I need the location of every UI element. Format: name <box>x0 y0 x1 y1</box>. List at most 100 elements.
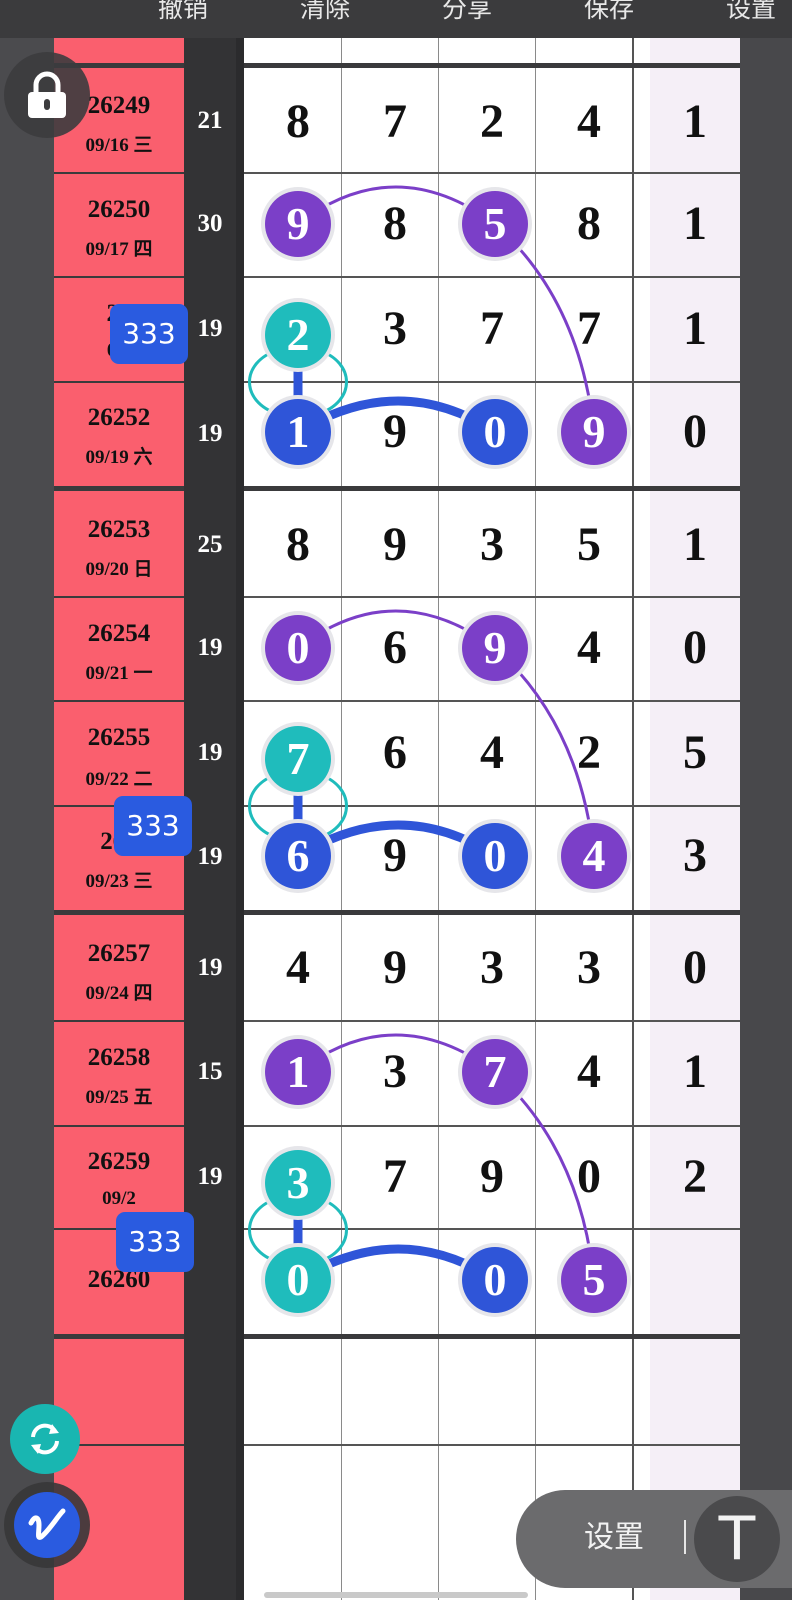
period-number: 26250 <box>87 196 151 223</box>
digit-circle-blue[interactable]: 1 <box>265 399 331 465</box>
digit-circle-blue[interactable]: 0 <box>462 399 528 465</box>
digit-circle-teal[interactable]: 7 <box>265 726 331 792</box>
digit-sum: 19 <box>197 1163 223 1190</box>
period-divider <box>54 910 184 915</box>
digit-cell[interactable]: 3 <box>444 517 540 573</box>
digit-circle-purple[interactable]: 7 <box>462 1039 528 1105</box>
last-digit-cell[interactable]: 1 <box>650 196 740 252</box>
digit-sum: 15 <box>197 1058 223 1085</box>
horizontal-scrollbar[interactable] <box>264 1592 528 1598</box>
digit-cell[interactable]: 7 <box>347 1149 443 1205</box>
repeat-badge[interactable]: 333 <box>116 1212 194 1272</box>
last-digit-cell[interactable]: 3 <box>650 828 740 884</box>
digit-circle-teal[interactable]: 3 <box>265 1150 331 1216</box>
last-digit-cell[interactable]: 0 <box>650 620 740 676</box>
row-divider <box>244 805 740 807</box>
grid-vline <box>438 38 439 1600</box>
row-divider <box>244 1125 740 1127</box>
digit-cell[interactable]: 7 <box>541 301 637 357</box>
period-number: 26259 <box>87 1148 151 1175</box>
last-digit-cell[interactable]: 1 <box>650 301 740 357</box>
last-digit-cell[interactable]: 0 <box>650 940 740 996</box>
settings-pill: 设置 T <box>516 1490 792 1588</box>
period-number: 26255 <box>87 724 151 751</box>
digit-cell[interactable]: 9 <box>347 940 443 996</box>
group-divider <box>244 486 740 491</box>
digit-cell[interactable]: 3 <box>347 1044 443 1100</box>
pen-button[interactable] <box>4 1482 90 1568</box>
digit-circle-blue[interactable]: 0 <box>462 1247 528 1313</box>
clear-button[interactable]: 清除 <box>300 0 350 24</box>
group-divider <box>244 63 740 68</box>
period-date: 09/22 二 <box>85 769 153 790</box>
digit-cell[interactable]: 8 <box>250 517 346 573</box>
digit-circle-teal[interactable]: 0 <box>265 1247 331 1313</box>
digit-cell[interactable]: 4 <box>250 940 346 996</box>
digit-circle-purple[interactable]: 9 <box>265 191 331 257</box>
digit-circle-purple[interactable]: 9 <box>561 399 627 465</box>
period-divider <box>54 486 184 491</box>
save-button[interactable]: 保存 <box>584 0 634 24</box>
repeat-badge[interactable]: 333 <box>114 796 192 856</box>
last-digit-cell[interactable]: 5 <box>650 725 740 781</box>
digit-cell[interactable]: 8 <box>347 196 443 252</box>
digit-cell[interactable]: 3 <box>444 940 540 996</box>
digit-cell[interactable]: 4 <box>541 620 637 676</box>
period-date: 09/24 四 <box>85 983 153 1004</box>
digit-cell[interactable]: 4 <box>541 94 637 150</box>
last-digit-cell[interactable]: 1 <box>650 1044 740 1100</box>
grid-vline <box>535 38 536 1600</box>
last-digit-cell[interactable]: 0 <box>650 404 740 460</box>
period-date: 09/25 五 <box>85 1087 153 1108</box>
period-divider <box>54 1334 184 1339</box>
digit-cell[interactable]: 7 <box>347 94 443 150</box>
digit-cell[interactable]: 4 <box>541 1044 637 1100</box>
digit-cell[interactable]: 9 <box>347 828 443 884</box>
digit-circle-blue[interactable]: 6 <box>265 823 331 889</box>
digit-cell[interactable]: 3 <box>347 301 443 357</box>
settings-pill-button[interactable]: 设置 <box>584 1518 644 1558</box>
digit-cell[interactable]: 7 <box>444 301 540 357</box>
settings-button[interactable]: 设置 <box>726 0 776 24</box>
last-digit-cell[interactable]: 1 <box>650 517 740 573</box>
digit-circle-purple[interactable]: 5 <box>561 1247 627 1313</box>
digit-circle-teal[interactable]: 2 <box>265 302 331 368</box>
share-button[interactable]: 分享 <box>442 0 492 24</box>
lock-button[interactable] <box>4 52 90 138</box>
digit-cell[interactable]: 3 <box>541 940 637 996</box>
undo-button[interactable]: 撤销 <box>158 0 208 24</box>
digit-cell[interactable]: 8 <box>541 196 637 252</box>
row-divider <box>244 596 740 598</box>
period-date: 09/21 一 <box>85 663 153 684</box>
digit-cell[interactable]: 9 <box>347 404 443 460</box>
digit-circle-blue[interactable]: 0 <box>462 823 528 889</box>
digit-cell[interactable]: 4 <box>444 725 540 781</box>
digit-cell[interactable]: 8 <box>250 94 346 150</box>
digit-cell[interactable]: 2 <box>541 725 637 781</box>
period-divider <box>54 172 184 174</box>
digit-sum: 30 <box>197 210 223 237</box>
digit-circle-purple[interactable]: 9 <box>462 615 528 681</box>
row-divider <box>244 1020 740 1022</box>
refresh-button[interactable] <box>10 1404 80 1474</box>
digit-circle-purple[interactable]: 5 <box>462 191 528 257</box>
digit-sum: 19 <box>197 739 223 766</box>
last-digit-cell[interactable]: 1 <box>650 94 740 150</box>
group-divider <box>244 1334 740 1339</box>
digit-cell[interactable]: 5 <box>541 517 637 573</box>
repeat-badge[interactable]: 333 <box>110 304 188 364</box>
digit-cell[interactable]: 9 <box>347 517 443 573</box>
digit-cell[interactable]: 9 <box>444 1149 540 1205</box>
digit-circle-purple[interactable]: 0 <box>265 615 331 681</box>
period-date: 09/16 三 <box>85 135 153 156</box>
digit-circle-purple[interactable]: 1 <box>265 1039 331 1105</box>
row-divider <box>244 700 740 702</box>
digit-grid[interactable] <box>244 38 644 1600</box>
last-digit-cell[interactable]: 2 <box>650 1149 740 1205</box>
digit-cell[interactable]: 6 <box>347 620 443 676</box>
digit-circle-purple[interactable]: 4 <box>561 823 627 889</box>
text-tool-button[interactable]: T <box>694 1496 780 1582</box>
digit-cell[interactable]: 0 <box>541 1149 637 1205</box>
digit-cell[interactable]: 2 <box>444 94 540 150</box>
digit-cell[interactable]: 6 <box>347 725 443 781</box>
